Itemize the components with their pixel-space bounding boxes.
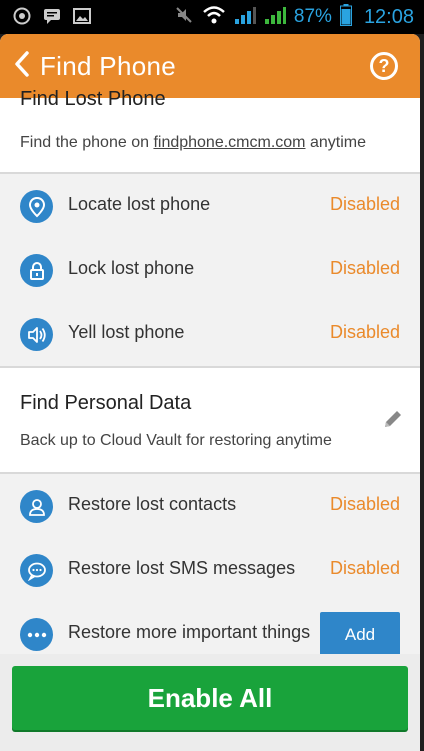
- enable-all-button[interactable]: Enable All: [12, 666, 408, 730]
- status-disabled: Disabled: [329, 194, 400, 214]
- location-pin-icon: [20, 190, 53, 223]
- row-label: Locate lost phone: [68, 194, 211, 214]
- footer: Enable All: [0, 654, 420, 751]
- question-mark-icon: ?: [378, 55, 390, 76]
- signal-icon-1: [234, 5, 256, 29]
- sync-icon: [12, 6, 32, 26]
- help-button[interactable]: ?: [370, 52, 398, 80]
- row-label: Restore more important things: [68, 622, 311, 642]
- row-label: Yell lost phone: [68, 322, 185, 342]
- page-title: Find Phone: [40, 50, 176, 81]
- row-label: Restore lost contacts: [68, 494, 237, 514]
- section-find-lost-phone: Find Lost Phone Find the phone on findph…: [0, 88, 420, 172]
- battery-icon: [339, 4, 352, 30]
- section-description: Find the phone on findphone.cmcm.com any…: [20, 134, 366, 151]
- section-description: Back up to Cloud Vault for restoring any…: [20, 432, 332, 449]
- row-label: Lock lost phone: [68, 258, 195, 278]
- status-disabled: Disabled: [329, 258, 400, 278]
- section-title: Find Personal Data: [20, 392, 192, 414]
- add-button[interactable]: Add: [320, 612, 400, 658]
- row-locate-lost-phone[interactable]: Locate lost phone Disabled: [0, 174, 420, 238]
- speaker-icon: [20, 318, 53, 351]
- clock: 12:08: [363, 5, 414, 28]
- status-disabled: Disabled: [329, 322, 400, 342]
- signal-icon-2: [264, 5, 286, 29]
- row-yell-lost-phone[interactable]: Yell lost phone Disabled: [0, 302, 420, 366]
- status-disabled: Disabled: [329, 558, 400, 578]
- row-restore-contacts[interactable]: Restore lost contacts Disabled: [0, 474, 420, 538]
- app-window: Find Phone ? Find Lost Phone Find the ph…: [0, 34, 420, 751]
- row-lock-lost-phone[interactable]: Lock lost phone Disabled: [0, 238, 420, 302]
- image-icon: [72, 6, 92, 26]
- message-icon: [42, 6, 62, 26]
- back-button[interactable]: Find Phone: [14, 48, 176, 84]
- lock-icon: [20, 254, 53, 287]
- battery-percent: 87%: [293, 6, 332, 27]
- row-restore-sms[interactable]: Restore lost SMS messages Disabled: [0, 538, 420, 602]
- wifi-icon: [202, 5, 226, 29]
- pencil-edit-icon[interactable]: [382, 408, 404, 430]
- findphone-link[interactable]: findphone.cmcm.com: [153, 134, 305, 151]
- more-dots-icon: [20, 618, 53, 651]
- row-label: Restore lost SMS messages: [68, 558, 296, 578]
- status-disabled: Disabled: [329, 494, 400, 514]
- status-bar: 87% 12:08: [0, 0, 424, 34]
- person-icon: [20, 490, 53, 523]
- section-title: Find Lost Phone: [20, 88, 166, 110]
- chat-bubble-icon: [20, 554, 53, 587]
- chevron-left-icon: [14, 51, 30, 81]
- mute-icon: [174, 5, 194, 29]
- section-find-personal-data: Find Personal Data Back up to Cloud Vaul…: [0, 368, 420, 472]
